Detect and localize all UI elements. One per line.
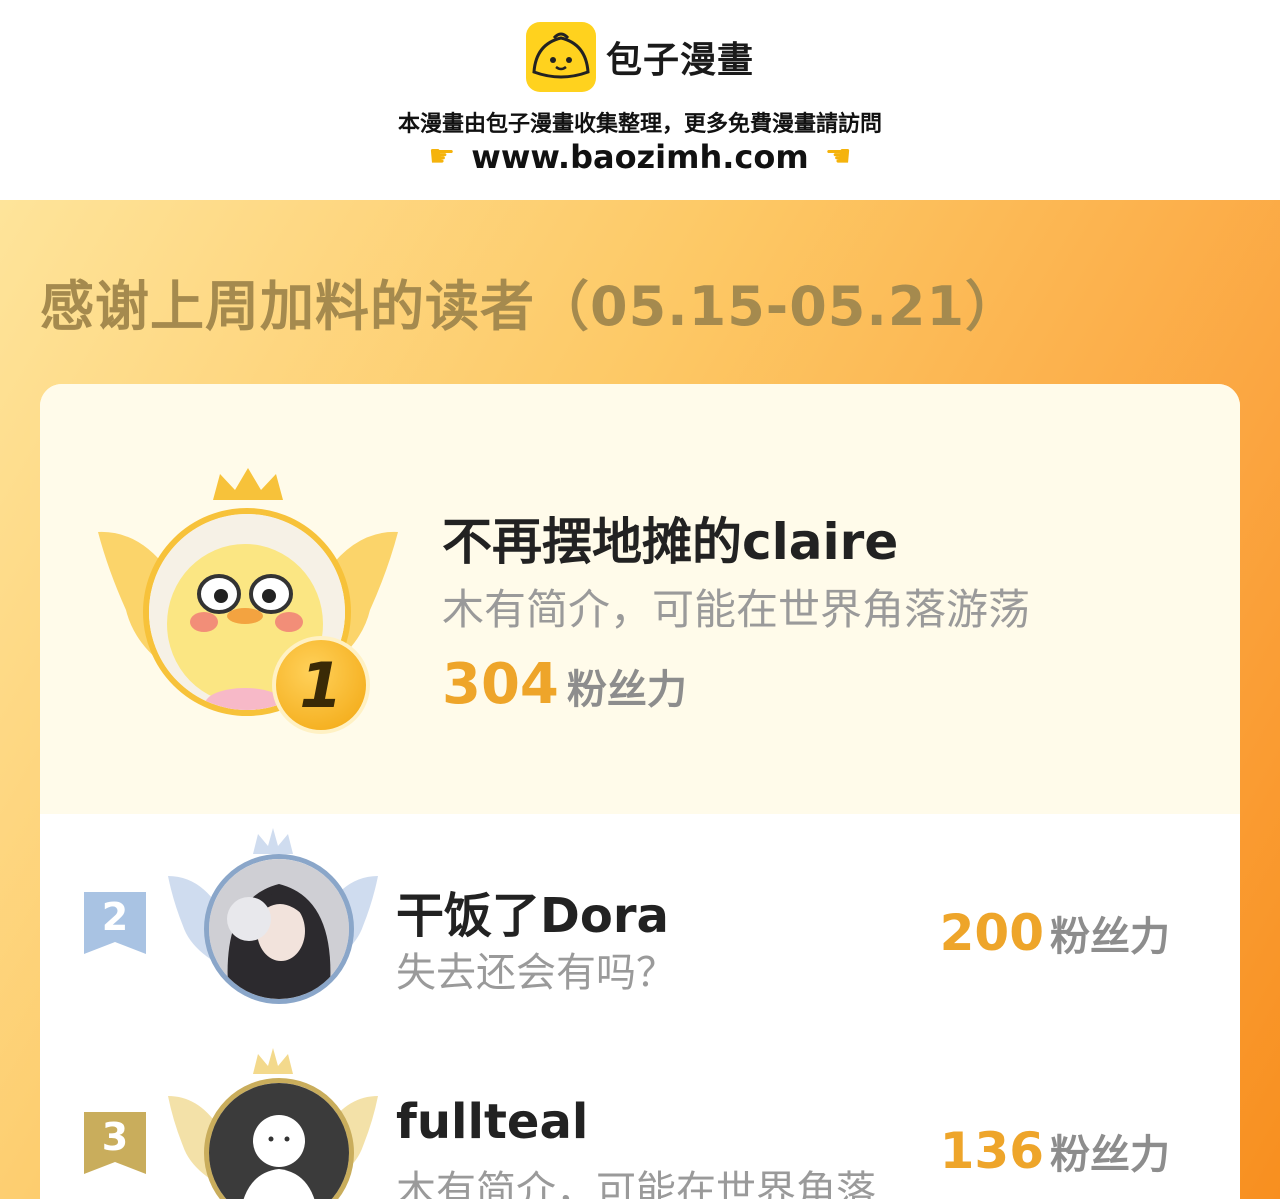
score-unit: 粉丝力: [1050, 1132, 1170, 1178]
bun-logo-icon: [525, 22, 596, 92]
reader-score: 304 粉丝力: [442, 652, 687, 717]
reader-name[interactable]: fullteal: [396, 1094, 588, 1150]
rank-3-flag: 3: [84, 1112, 146, 1174]
reader-bio: 木有简介，可能在世界角落游荡: [442, 585, 1031, 634]
url-row: ☛ www.baozimh.com ☚: [0, 138, 1280, 176]
score-unit: 粉丝力: [1050, 914, 1170, 960]
notice-text: 本漫畫由包子漫畫收集整理，更多免費漫畫請訪問: [397, 112, 882, 137]
avatar[interactable]: [204, 854, 354, 1004]
site-banner: 包子漫畫 本漫畫由包子漫畫收集整理，更多免費漫畫請訪問 ☛ www.baozim…: [0, 0, 1280, 200]
rank-number: 2: [101, 895, 129, 939]
default-user-avatar-icon: [209, 1083, 349, 1199]
reader-score: 136 粉丝力: [940, 1122, 1170, 1180]
first-place-section: 1 不再摆地摊的claire 木有简介，可能在世界角落游荡 304 粉丝力: [40, 384, 1240, 814]
girl-avatar-icon: [209, 859, 349, 999]
logo[interactable]: 包子漫畫: [0, 22, 1280, 92]
leader-row[interactable]: 2 干饭了Dora 失去还会有吗？ 200 粉丝力: [40, 824, 1240, 1024]
leaderboard-poster: 感谢上周加料的读者（05.15-05.21） 1 不再摆地摊的claire 木有…: [0, 200, 1280, 1199]
score-value: 200: [939, 904, 1044, 962]
score-value: 304: [442, 652, 559, 717]
reader-name[interactable]: 干饭了Dora: [396, 876, 669, 946]
rank-2-flag: 2: [84, 892, 146, 954]
logo-text: 包子漫畫: [605, 40, 754, 81]
leader-row[interactable]: 3 fullteal 木有简介，可能在世界角落... 136 粉丝力: [40, 1042, 1240, 1199]
reader-bio: 木有简介，可能在世界角落...: [396, 1168, 915, 1199]
rank-1-badge: 1: [272, 636, 370, 734]
poster-title: 感谢上周加料的读者（05.15-05.21）: [40, 275, 1021, 338]
pointing-left-icon: ☚: [824, 139, 852, 174]
site-url-link[interactable]: www.baozimh.com: [471, 138, 808, 176]
reader-score: 200 粉丝力: [940, 904, 1170, 962]
pointing-right-icon: ☛: [428, 139, 456, 174]
score-unit: 粉丝力: [566, 667, 687, 713]
rank-number: 3: [101, 1115, 129, 1159]
reader-name[interactable]: 不再摆地摊的claire: [442, 502, 898, 574]
leaderboard-card: 1 不再摆地摊的claire 木有简介，可能在世界角落游荡 304粉丝力 2: [40, 384, 1240, 1199]
reader-bio: 失去还会有吗？: [396, 950, 676, 996]
score-value: 136: [939, 1122, 1044, 1180]
